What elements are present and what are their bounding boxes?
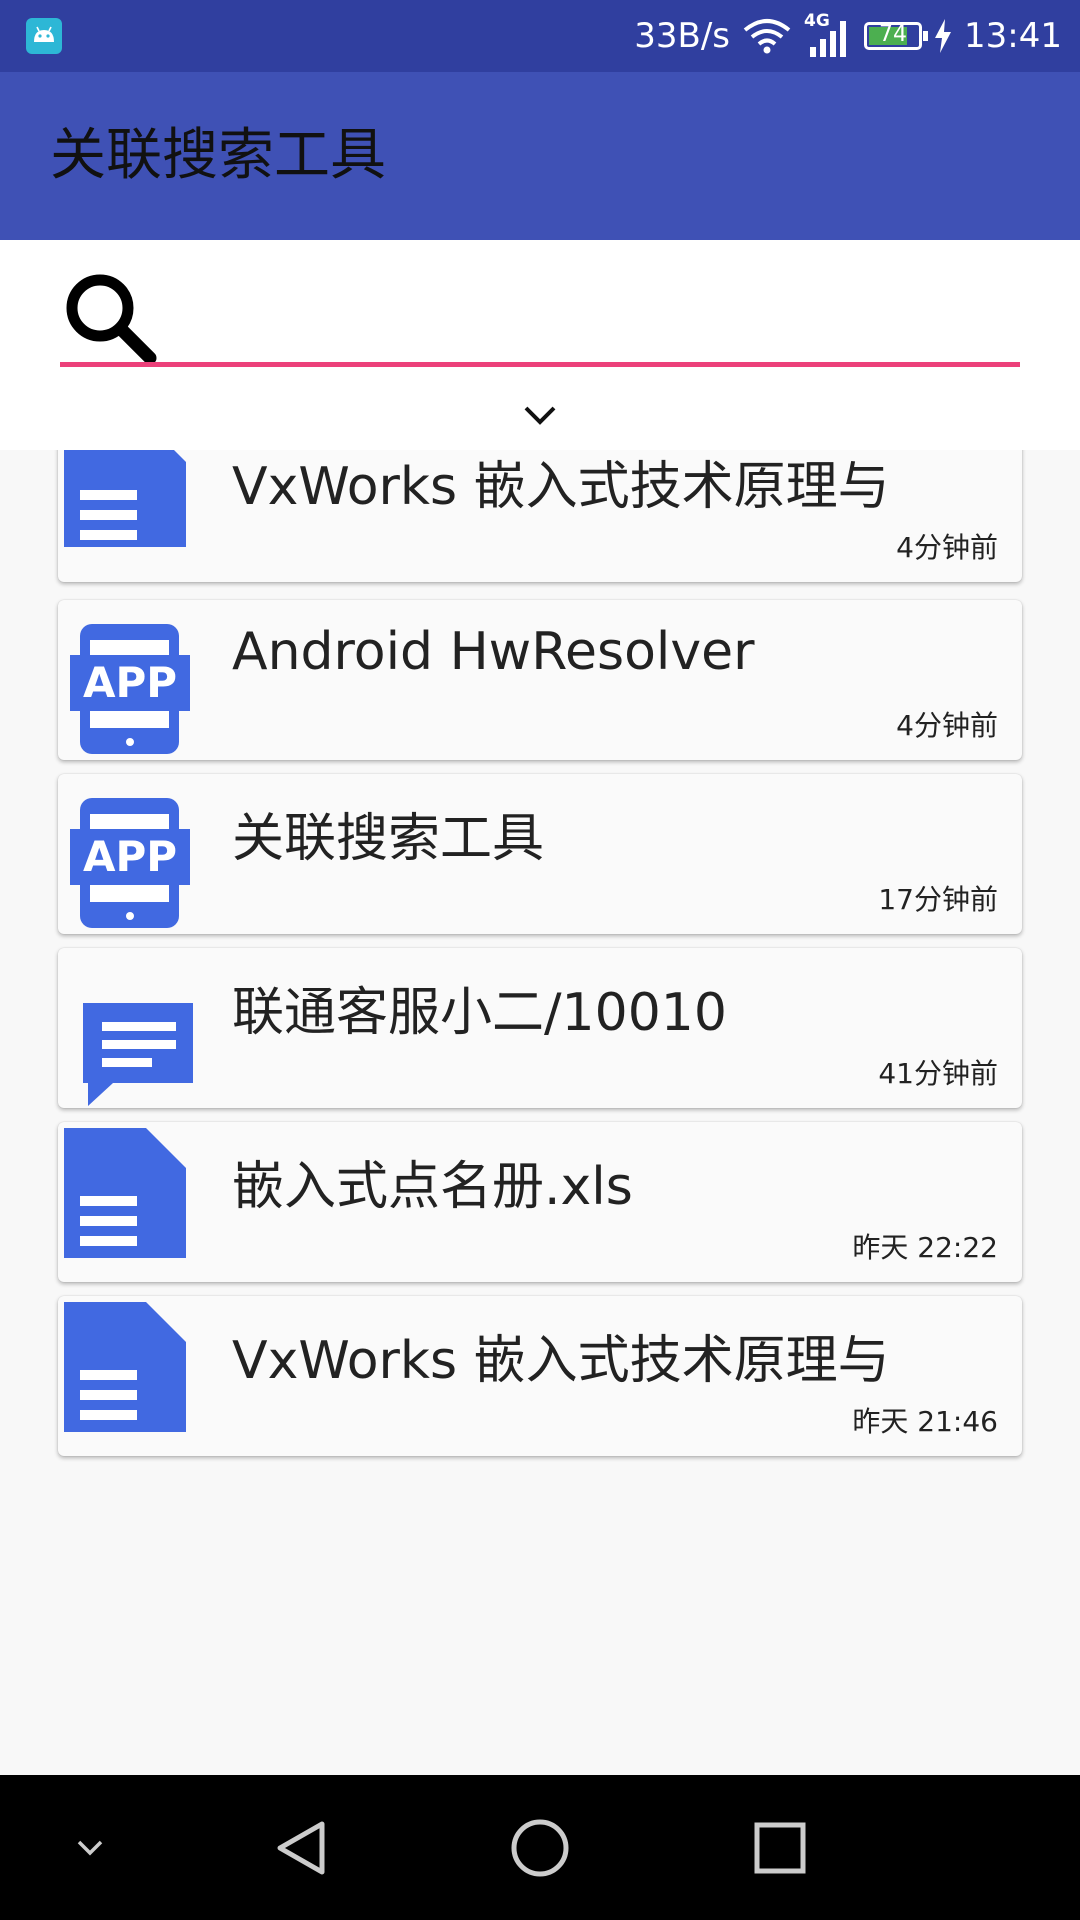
list-item[interactable]: VxWorks 嵌入式技术原理与 4分钟前 <box>58 450 1022 582</box>
document-icon <box>64 450 186 547</box>
item-time: 17分钟前 <box>878 883 998 916</box>
app-title: 关联搜索工具 <box>50 123 386 188</box>
list-item[interactable]: 联通客服小二/10010 41分钟前 <box>58 948 1022 1108</box>
document-icon <box>64 1128 186 1258</box>
battery-level: 74 <box>879 22 908 47</box>
message-icon <box>83 1003 193 1106</box>
android-notification-icon <box>26 18 62 54</box>
item-time: 昨天 21:46 <box>852 1405 998 1438</box>
status-indicators: 33B/s 4G 74 13:41 <box>634 0 1062 72</box>
item-title: VxWorks 嵌入式技术原理与 <box>232 457 890 517</box>
search-underline <box>60 362 1020 367</box>
document-icon <box>64 1302 186 1432</box>
recents-icon <box>754 1822 806 1873</box>
item-time: 4分钟前 <box>896 531 998 564</box>
search-icon[interactable] <box>62 270 158 366</box>
list-item[interactable]: VxWorks 嵌入式技术原理与 昨天 21:46 <box>58 1296 1022 1456</box>
item-title: 关联搜索工具 <box>232 809 545 869</box>
item-title: 联通客服小二/10010 <box>232 983 727 1043</box>
item-time: 4分钟前 <box>896 709 998 742</box>
network-speed: 33B/s <box>634 16 731 56</box>
cell-signal: 4G <box>804 11 852 59</box>
item-time: 41分钟前 <box>878 1057 998 1090</box>
item-title: 嵌入式点名册.xls <box>232 1157 633 1217</box>
item-time: 昨天 22:22 <box>852 1231 998 1264</box>
charging-icon <box>935 19 952 53</box>
list-item[interactable]: APP 关联搜索工具 17分钟前 <box>58 774 1022 934</box>
chevron-down-icon[interactable] <box>520 400 560 430</box>
app-icon: APP <box>70 624 190 754</box>
signal-bars-icon <box>810 21 847 57</box>
back-button[interactable] <box>260 1775 340 1920</box>
status-bar: 33B/s 4G 74 13:41 <box>0 0 1080 72</box>
list-item[interactable]: 嵌入式点名册.xls 昨天 22:22 <box>58 1122 1022 1282</box>
app-bar: 关联搜索工具 <box>0 72 1080 240</box>
home-button[interactable] <box>500 1775 580 1920</box>
clock: 13:41 <box>964 16 1062 56</box>
hide-nav-button[interactable] <box>60 1775 120 1920</box>
item-title: Android HwResolver <box>232 622 755 682</box>
svg-text:APP: APP <box>83 832 177 881</box>
results-list[interactable]: VxWorks 嵌入式技术原理与 4分钟前 APP Android HwReso… <box>0 450 1080 1775</box>
home-icon <box>511 1819 569 1876</box>
svg-text:APP: APP <box>83 658 177 707</box>
back-icon <box>277 1821 325 1874</box>
search-input[interactable] <box>170 280 1014 362</box>
battery-icon: 74 <box>864 22 929 50</box>
navigation-bar <box>0 1775 1080 1920</box>
list-item[interactable]: APP Android HwResolver 4分钟前 <box>58 600 1022 760</box>
recents-button[interactable] <box>740 1775 820 1920</box>
app-icon: APP <box>70 798 190 928</box>
search-panel <box>0 240 1080 450</box>
wifi-icon <box>743 19 791 54</box>
chevron-down-icon <box>77 1840 103 1855</box>
item-title: VxWorks 嵌入式技术原理与 <box>232 1331 890 1391</box>
